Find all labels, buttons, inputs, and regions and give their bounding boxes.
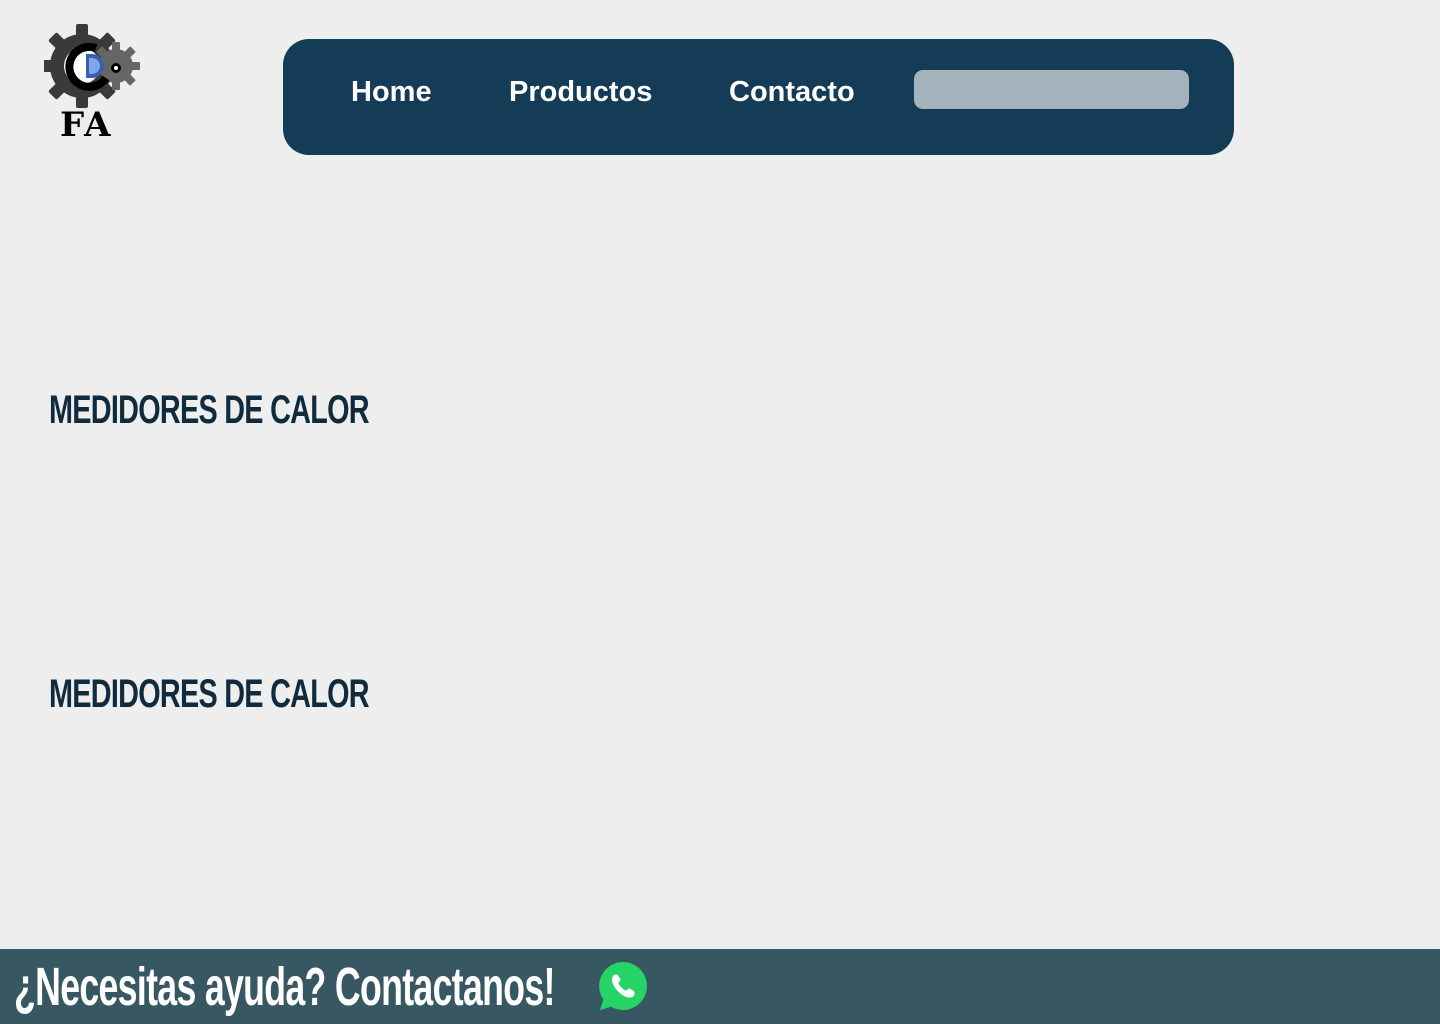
nav-link-contacto[interactable]: Contacto: [729, 72, 855, 112]
gear-logo-icon: [44, 24, 140, 108]
section-title-medidores-2: MEDIDORES DE CALOR: [49, 672, 370, 716]
footer-cta-text: ¿Necesitas ayuda? Contactanos!: [14, 957, 555, 1017]
whatsapp-icon[interactable]: [597, 960, 649, 1012]
logo-text: FA: [60, 105, 113, 145]
footer-contact-bar: ¿Necesitas ayuda? Contactanos!: [0, 949, 1440, 1024]
page: FA Home Productos Contacto MEDIDORES DE …: [0, 0, 1440, 1024]
nav-link-home[interactable]: Home: [351, 72, 432, 112]
site-logo[interactable]: FA: [44, 22, 140, 146]
search-input[interactable]: [914, 70, 1189, 109]
main-navbar: Home Productos Contacto: [283, 39, 1234, 155]
nav-link-productos[interactable]: Productos: [509, 72, 652, 112]
section-title-medidores-1: MEDIDORES DE CALOR: [49, 388, 370, 432]
